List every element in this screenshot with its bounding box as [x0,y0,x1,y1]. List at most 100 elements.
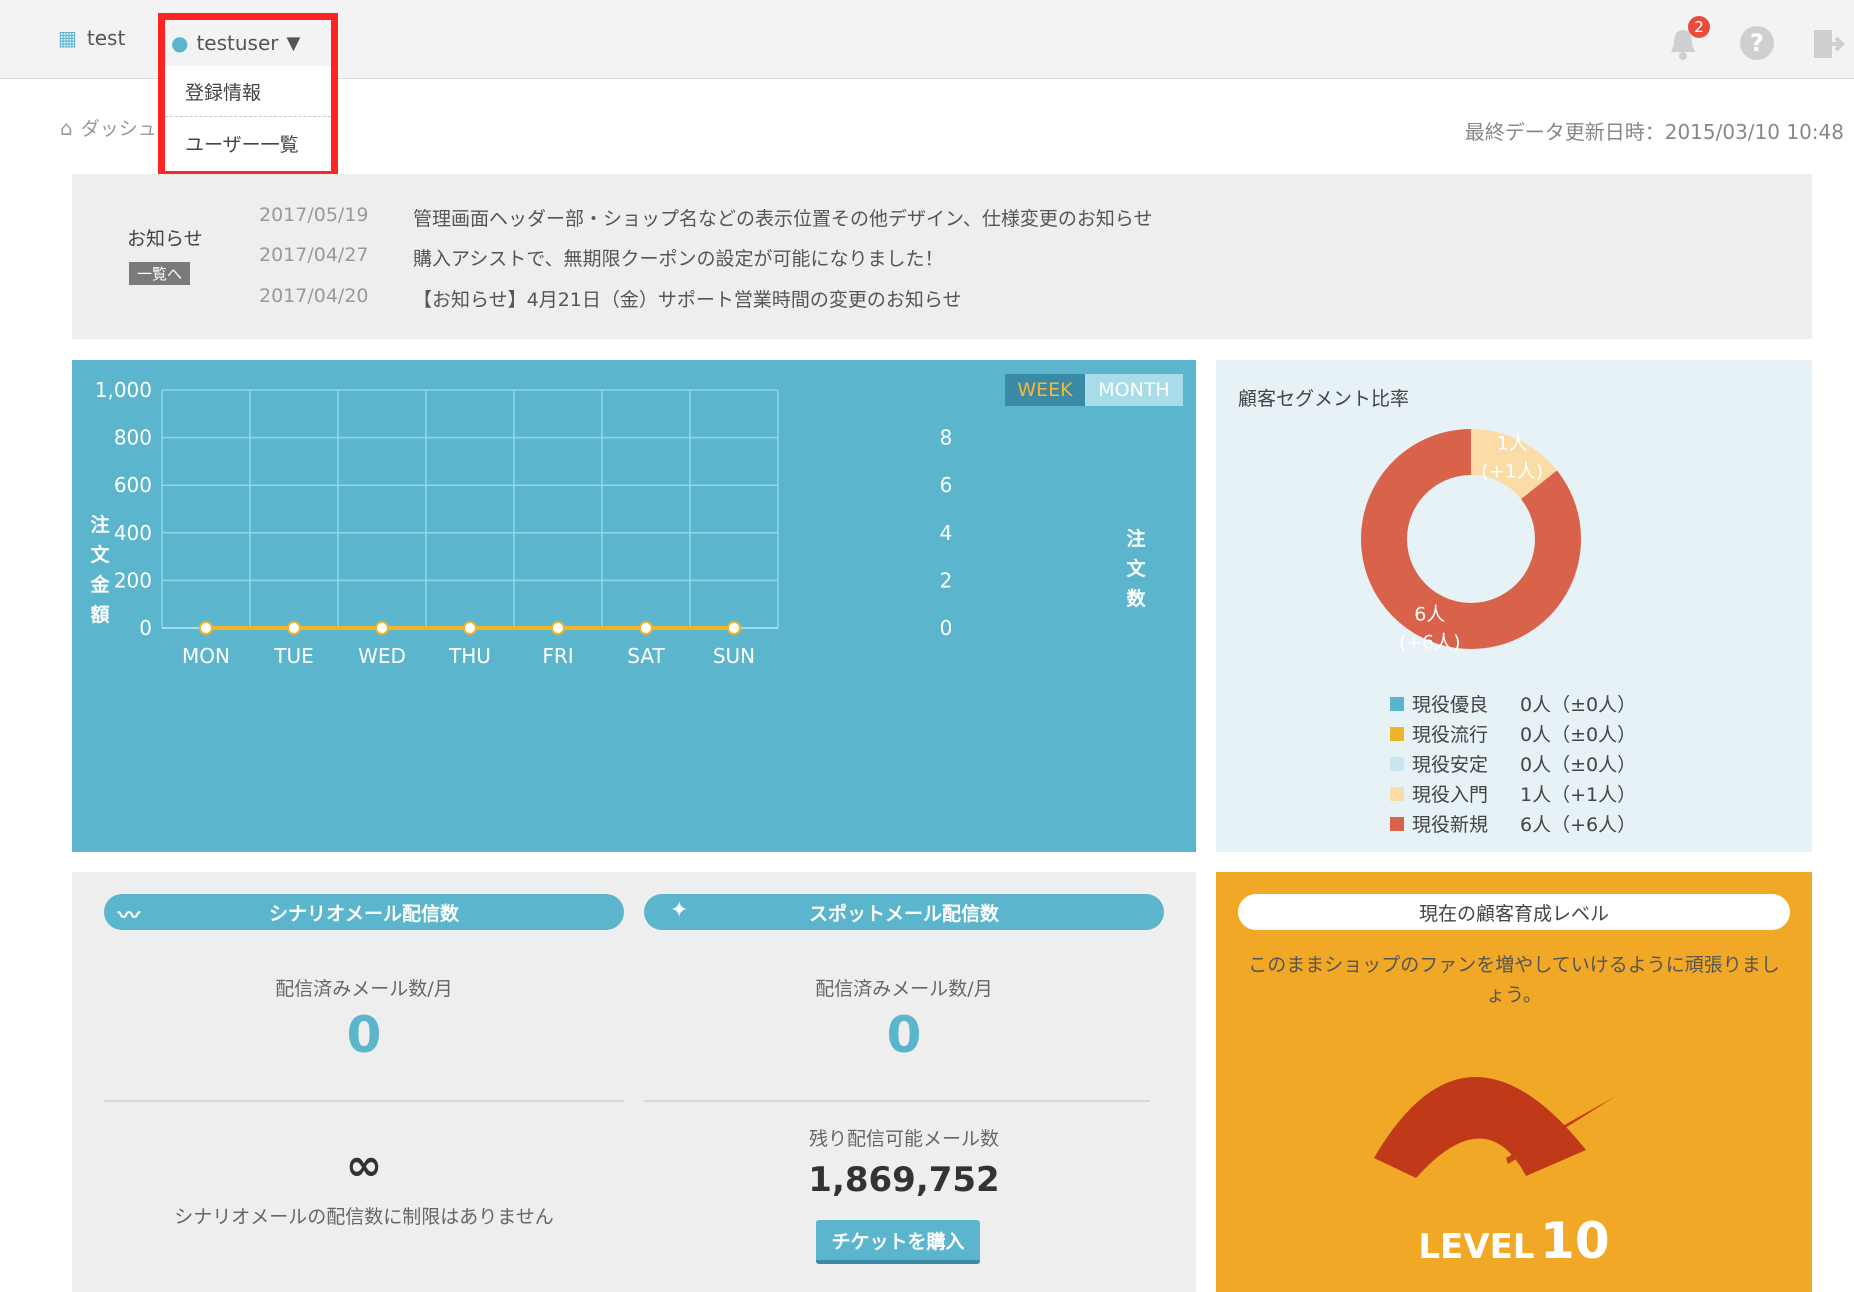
user-icon: ● [171,31,189,55]
news-text[interactable]: 【お知らせ】4月21日（金）サポート営業時間の変更のお知らせ [413,285,962,312]
shop-selector[interactable]: ▦ test [58,26,125,50]
slice-label: 1人 [1497,432,1528,454]
x-tick-label: FRI [542,644,573,668]
legend-item: 現役入門 1人（+1人） [1390,780,1636,807]
legend-swatch [1390,726,1404,741]
scenario-mail-header: 〰 シナリオメール配信数 [104,894,624,930]
slice-delta-label: (+1人) [1481,460,1543,482]
scenario-limit-text: シナリオメールの配信数に制限はありません [174,1206,554,1228]
news-date: 2017/05/19 [259,204,369,226]
user-name: testuser [196,31,279,55]
data-point [199,621,213,635]
buy-ticket-button[interactable]: チケットを購入 [816,1220,980,1264]
y-tick-label: 200 [114,568,152,592]
seagull-icon: 〰 [118,904,141,929]
y-tick-label: 600 [114,473,152,497]
legend-value: 0人（±0人） [1520,754,1637,776]
shop-name: test [86,26,126,50]
notifications-button[interactable]: 2 [1666,16,1710,66]
segment-donut-chart: 1人 (+1人) 6人 (+6人) [1361,429,1581,652]
breadcrumb: ⌂ ダッシュ [60,114,157,141]
slice-label: 6人 [1414,604,1445,626]
slice-delta-label: (+6人) [1399,632,1461,652]
news-all-link[interactable]: 一覧へ [129,262,191,285]
legend-label: 現役安定 [1412,754,1489,776]
scenario-sent-label: 配信済みメール数/月 [275,978,453,1000]
news-date: 2017/04/27 [259,244,369,266]
segment-panel: 顧客セグメント比率 1人 (+1人) 6人 (+6人) 現役優良 0人（±0人） 現役流行… [1216,360,1812,852]
customer-level-panel: 現在の顧客育成レベル このままショップのファンを増やしていけるように頑張りましょ… [1216,872,1812,1292]
user-dropdown-menu: ● testuser ▼ 登録情報 ユーザー一覧 [158,13,338,178]
x-tick-label: THU [448,644,491,668]
data-point [463,621,477,635]
y-tick-label: 800 [114,426,152,450]
infinity-symbol: ∞ [345,1140,383,1191]
news-date: 2017/04/20 [259,285,369,307]
data-point [287,621,301,635]
y2-tick-label: 2 [940,568,953,592]
logout-icon [1814,30,1845,58]
home-icon[interactable]: ⌂ [60,116,73,140]
divider [644,1100,1150,1102]
level-number: 10 [1540,1212,1610,1270]
legend-value: 0人（±0人） [1520,724,1637,746]
user-menu-toggle[interactable]: ● testuser ▼ [165,20,331,66]
bird-icon: ✦ [670,898,689,923]
y2-tick-label: 0 [940,616,953,640]
data-point [375,621,389,635]
news-item[interactable]: 2017/04/27 購入アシストで、無期限クーポンの設定が可能になりました！ [259,244,943,271]
y2-tick-label: 8 [940,426,953,450]
level-title: 現在の顧客育成レベル [1238,894,1790,930]
notification-badge: 2 [1688,16,1710,38]
legend-item: 現役優良 0人（±0人） [1390,690,1636,717]
legend-item: 現役流行 0人（±0人） [1390,720,1636,747]
logout-button[interactable] [1812,28,1846,66]
level-message: このままショップのファンを増やしていけるように頑張りましょう。 [1248,954,1780,1006]
help-icon[interactable]: ? [1740,26,1774,60]
spot-remaining-value: 1,869,752 [808,1160,1000,1200]
last-update-time: 最終データ更新日時：2015/03/10 10:48 [1464,120,1844,144]
data-point [551,621,565,635]
spot-sent-label: 配信済みメール数/月 [815,978,993,1000]
divider [104,1100,624,1102]
legend-label: 現役流行 [1412,724,1489,746]
legend-value: 6人（+6人） [1520,814,1637,836]
news-item[interactable]: 2017/04/20 【お知らせ】4月21日（金）サポート営業時間の変更のお知ら… [259,285,962,312]
x-tick-label: TUE [273,644,314,668]
data-point [639,621,653,635]
legend-label: 現役新規 [1412,814,1489,836]
menu-item-registration-info[interactable]: 登録情報 [165,66,331,116]
mail-panel: 〰 シナリオメール配信数 ✦ スポットメール配信数 配信済みメール数/月 0 配… [72,872,1196,1292]
y-tick-label: 0 [139,616,152,640]
y-tick-label: 400 [114,521,152,545]
x-tick-label: MON [182,644,230,668]
sales-chart-panel: WEEK MONTH 注文金額 注文数 0 200 400 600 800 1,000 0 2… [72,360,1196,852]
menu-item-user-list[interactable]: ユーザー一覧 [165,117,331,169]
spot-mail-title: スポットメール配信数 [808,902,999,925]
y2-tick-label: 4 [940,521,953,545]
legend-value: 1人（+1人） [1520,784,1637,806]
y-tick-label: 1,000 [95,378,152,402]
level-word: LEVEL [1418,1227,1535,1267]
legend-swatch [1390,816,1404,831]
legend-label: 現役入門 [1412,784,1489,806]
y2-tick-label: 6 [940,473,953,497]
news-text[interactable]: 購入アシストで、無期限クーポンの設定が可能になりました！ [413,244,943,271]
news-item[interactable]: 2017/05/19 管理画面ヘッダー部・ショップ名などの表示位置その他デザイン… [259,204,1152,231]
sales-line-chart: 0 200 400 600 800 1,000 0 2 4 6 8 MON TUE WED THU FRI SA… [95,378,953,668]
legend-swatch [1390,786,1404,801]
spot-remaining-label: 残り配信可能メール数 [808,1128,999,1150]
level-indicator: LEVEL 10 [1216,1212,1812,1270]
level-gauge-fan-icon [1374,1076,1616,1178]
caret-down-icon: ▼ [286,32,301,54]
news-text[interactable]: 管理画面ヘッダー部・ショップ名などの表示位置その他デザイン、仕様変更のお知らせ [413,204,1152,231]
breadcrumb-dashboard[interactable]: ダッシュ [81,114,157,141]
legend-item: 現役安定 0人（±0人） [1390,750,1636,777]
data-point [727,621,741,635]
news-panel: お知らせ 一覧へ 2017/05/19 管理画面ヘッダー部・ショップ名などの表示… [72,174,1812,339]
scenario-sent-value: 0 [346,1006,382,1064]
segment-title: 顧客セグメント比率 [1238,388,1410,410]
scenario-mail-title: シナリオメール配信数 [268,902,459,925]
legend-label: 現役優良 [1412,694,1489,716]
spot-sent-value: 0 [886,1006,922,1064]
